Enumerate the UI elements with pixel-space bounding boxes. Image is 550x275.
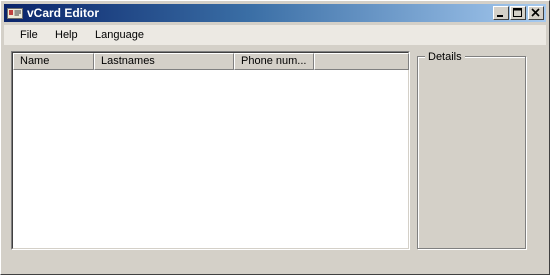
vcard-app-icon: [7, 6, 23, 20]
menu-file[interactable]: File: [14, 28, 44, 43]
list-header: Name Lastnames Phone num...: [13, 53, 409, 70]
close-button[interactable]: [528, 6, 544, 20]
column-header-phone[interactable]: Phone num...: [234, 53, 314, 70]
status-bar: [4, 253, 546, 271]
contacts-list-body[interactable]: Name Lastnames Phone num...: [12, 52, 409, 249]
menu-language[interactable]: Language: [89, 28, 150, 43]
contacts-list[interactable]: Name Lastnames Phone num...: [11, 51, 410, 250]
title-bar[interactable]: vCard Editor: [4, 4, 546, 22]
column-header-lastnames[interactable]: Lastnames: [94, 53, 234, 70]
details-groupbox: [417, 56, 526, 249]
column-header-name[interactable]: Name: [13, 53, 94, 70]
column-header-filler: [314, 53, 409, 70]
minimize-button[interactable]: [493, 6, 509, 20]
window-title: vCard Editor: [27, 6, 100, 20]
minimize-icon: [497, 15, 503, 17]
maximize-icon: [513, 8, 522, 17]
close-icon: [531, 8, 540, 17]
app-window: vCard Editor File Help Language Name Las…: [0, 0, 550, 275]
maximize-button[interactable]: [510, 6, 526, 20]
menu-bar: File Help Language: [4, 25, 546, 45]
details-label: Details: [425, 51, 465, 63]
menu-help[interactable]: Help: [49, 28, 84, 43]
